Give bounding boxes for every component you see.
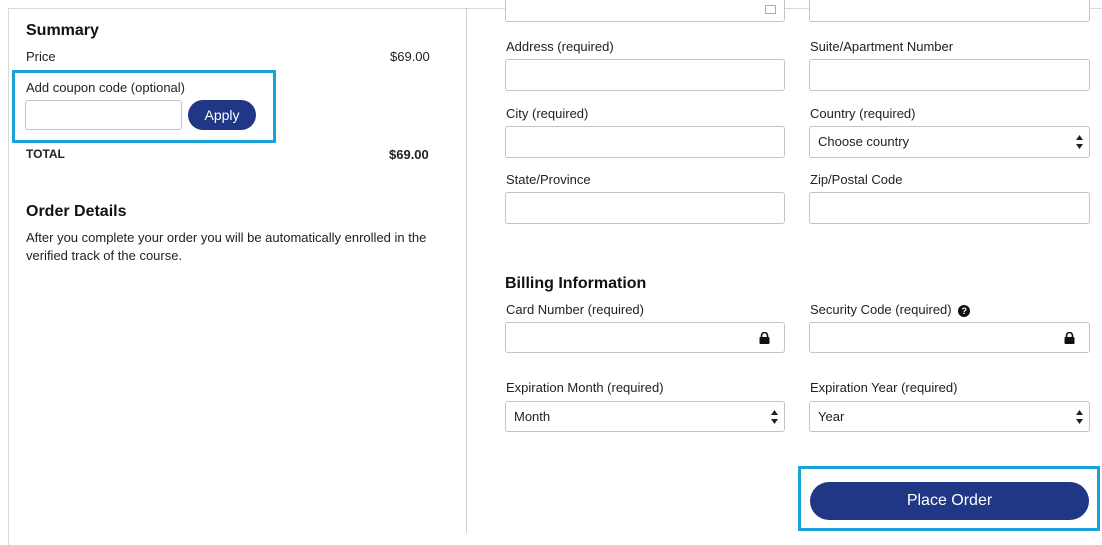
address-label: Address (required) bbox=[506, 39, 614, 54]
exp-month-value: Month bbox=[514, 409, 551, 424]
coupon-input[interactable] bbox=[25, 100, 182, 130]
price-value: $69.00 bbox=[390, 49, 430, 64]
city-input[interactable] bbox=[505, 126, 785, 158]
select-arrows-icon bbox=[1076, 410, 1083, 424]
billing-heading: Billing Information bbox=[505, 275, 647, 292]
price-label: Price bbox=[26, 49, 56, 64]
security-code-label-text: Security Code (required) bbox=[810, 302, 952, 317]
place-order-button[interactable]: Place Order bbox=[810, 482, 1089, 520]
total-label: TOTAL bbox=[26, 147, 65, 161]
exp-month-select[interactable]: Month bbox=[505, 401, 785, 432]
card-number-label: Card Number (required) bbox=[506, 302, 644, 317]
zip-input[interactable] bbox=[809, 192, 1090, 224]
country-label: Country (required) bbox=[810, 106, 916, 121]
apply-coupon-button[interactable]: Apply bbox=[188, 100, 256, 130]
exp-month-label: Expiration Month (required) bbox=[506, 380, 664, 395]
country-select-value: Choose country bbox=[818, 134, 910, 149]
column-divider bbox=[466, 8, 467, 533]
state-label: State/Province bbox=[506, 172, 591, 187]
exp-year-label: Expiration Year (required) bbox=[810, 380, 958, 395]
city-label: City (required) bbox=[506, 106, 589, 121]
country-select[interactable]: Choose country bbox=[809, 126, 1090, 158]
security-code-label: Security Code (required) ? bbox=[810, 302, 971, 317]
suite-input[interactable] bbox=[809, 59, 1090, 91]
select-arrows-icon bbox=[1076, 135, 1083, 149]
exp-year-value: Year bbox=[818, 409, 845, 424]
order-details-heading: Order Details bbox=[26, 203, 127, 220]
card-icon bbox=[765, 5, 776, 14]
order-details-line2: verified track of the course. bbox=[26, 248, 183, 263]
state-input[interactable] bbox=[505, 192, 785, 224]
card-number-input[interactable] bbox=[505, 322, 785, 353]
order-details-line1: After you complete your order you will b… bbox=[26, 230, 427, 245]
zip-label: Zip/Postal Code bbox=[810, 172, 903, 187]
partial-field-left[interactable] bbox=[505, 0, 785, 22]
select-arrows-icon bbox=[771, 410, 778, 424]
lock-icon bbox=[1064, 332, 1075, 344]
suite-label: Suite/Apartment Number bbox=[810, 39, 954, 54]
coupon-label: Add coupon code (optional) bbox=[26, 80, 186, 95]
partial-field-right[interactable] bbox=[809, 0, 1090, 22]
security-code-input[interactable] bbox=[809, 322, 1090, 353]
total-value: $69.00 bbox=[389, 147, 429, 162]
page-border-left bbox=[8, 8, 9, 545]
help-circle-icon[interactable]: ? bbox=[958, 304, 971, 317]
summary-heading: Summary bbox=[26, 22, 99, 39]
lock-icon bbox=[759, 332, 770, 344]
exp-year-select[interactable]: Year bbox=[809, 401, 1090, 432]
address-input[interactable] bbox=[505, 59, 785, 91]
